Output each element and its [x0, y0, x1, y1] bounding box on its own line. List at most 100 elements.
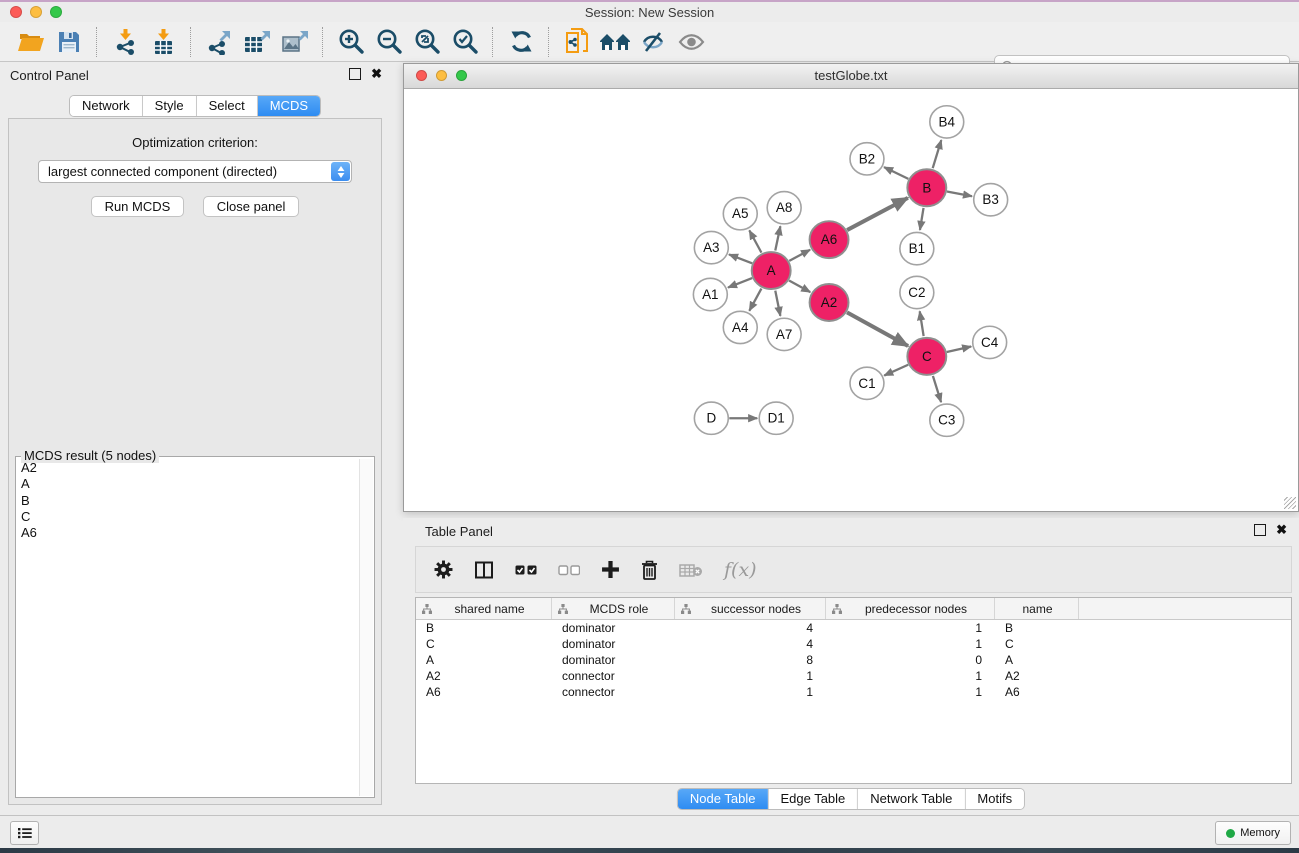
edge-A-A3[interactable] — [729, 254, 752, 263]
close-panel-icon[interactable]: ✖ — [371, 68, 382, 80]
show-columns-icon[interactable] — [474, 560, 494, 580]
save-session-icon[interactable] — [50, 25, 88, 59]
zoom-out-icon[interactable] — [370, 25, 408, 59]
edge-C-C1[interactable] — [884, 365, 908, 376]
table-tab-node-table[interactable]: Node Table — [678, 789, 769, 809]
cell[interactable]: dominator — [552, 652, 675, 668]
memory-button[interactable]: Memory — [1215, 821, 1291, 845]
cell[interactable]: 1 — [675, 684, 826, 700]
node-A6[interactable]: A6 — [810, 221, 849, 258]
edge-A-A7[interactable] — [775, 291, 780, 316]
result-scrollbar[interactable] — [359, 459, 373, 796]
cell[interactable]: connector — [552, 668, 675, 684]
node-D[interactable]: D — [694, 402, 728, 434]
export-network-icon[interactable] — [200, 25, 238, 59]
table-tab-edge-table[interactable]: Edge Table — [768, 789, 858, 809]
network-canvas[interactable]: B4B2BB3A8A5A6A3B1AC2A1A2A4A7C4CC1C3DD1 — [404, 89, 1298, 511]
home-icon[interactable] — [596, 25, 634, 59]
cell[interactable]: B — [995, 620, 1079, 636]
tab-mcds[interactable]: MCDS — [258, 96, 320, 116]
cell[interactable]: 8 — [675, 652, 826, 668]
node-B4[interactable]: B4 — [930, 106, 964, 138]
apply-layout-icon[interactable] — [502, 25, 540, 59]
cell[interactable]: A6 — [995, 684, 1079, 700]
cell[interactable]: 0 — [826, 652, 995, 668]
edge-A-A1[interactable] — [728, 278, 752, 287]
column-header-successor-nodes[interactable]: successor nodes — [675, 598, 826, 619]
cell[interactable]: A2 — [995, 668, 1079, 684]
cell[interactable]: dominator — [552, 636, 675, 652]
column-header-name[interactable]: name — [995, 598, 1079, 619]
close-panel-button[interactable]: Close panel — [203, 196, 300, 217]
node-B[interactable]: B — [907, 169, 946, 206]
node-A7[interactable]: A7 — [767, 318, 801, 350]
open-session-icon[interactable] — [12, 25, 50, 59]
table-row-a2[interactable]: A2connector11A2 — [416, 668, 1291, 684]
result-item-a[interactable]: A — [17, 476, 359, 492]
node-C4[interactable]: C4 — [973, 326, 1007, 358]
edge-A-A4[interactable] — [749, 289, 761, 311]
select-all-icon[interactable] — [515, 564, 537, 576]
edge-C-C3[interactable] — [933, 376, 941, 402]
table-row-a6[interactable]: A6connector11A6 — [416, 684, 1291, 700]
zoom-in-icon[interactable] — [332, 25, 370, 59]
import-table-icon[interactable] — [144, 25, 182, 59]
column-header-mcds-role[interactable]: MCDS role — [552, 598, 675, 619]
edge-B-B4[interactable] — [933, 140, 942, 168]
network-window-titlebar[interactable]: testGlobe.txt — [404, 64, 1298, 89]
float-panel-icon[interactable] — [349, 68, 361, 80]
node-A8[interactable]: A8 — [767, 192, 801, 224]
result-item-a6[interactable]: A6 — [17, 525, 359, 541]
edge-A-A6[interactable] — [789, 250, 810, 261]
cell[interactable]: A — [995, 652, 1079, 668]
node-C2[interactable]: C2 — [900, 276, 934, 308]
node-A1[interactable]: A1 — [693, 278, 727, 310]
edge-A-A2[interactable] — [789, 280, 810, 292]
tab-network[interactable]: Network — [70, 96, 143, 116]
cell[interactable]: A2 — [416, 668, 552, 684]
cell[interactable]: A — [416, 652, 552, 668]
delete-column-trash-icon[interactable] — [641, 560, 658, 580]
table-tab-motifs[interactable]: Motifs — [965, 789, 1024, 809]
edge-A2-C[interactable] — [847, 312, 908, 346]
show-details-eye-icon[interactable] — [672, 25, 710, 59]
node-A5[interactable]: A5 — [723, 198, 757, 230]
edge-A6-B[interactable] — [847, 198, 908, 230]
import-network-icon[interactable] — [106, 25, 144, 59]
edge-C-C4[interactable] — [947, 346, 971, 351]
cell[interactable]: 1 — [826, 620, 995, 636]
node-A4[interactable]: A4 — [723, 311, 757, 343]
cell[interactable]: 1 — [826, 668, 995, 684]
column-header-predecessor-nodes[interactable]: predecessor nodes — [826, 598, 995, 619]
node-C3[interactable]: C3 — [930, 404, 964, 436]
table-tab-network-table[interactable]: Network Table — [858, 789, 965, 809]
node-B3[interactable]: B3 — [974, 184, 1008, 216]
cell[interactable]: 1 — [675, 668, 826, 684]
node-D1[interactable]: D1 — [759, 402, 793, 434]
zoom-fit-icon[interactable] — [408, 25, 446, 59]
table-row-b[interactable]: Bdominator41B — [416, 620, 1291, 636]
node-A2[interactable]: A2 — [810, 284, 849, 321]
cell[interactable]: 1 — [826, 636, 995, 652]
hide-annotations-icon[interactable] — [634, 25, 672, 59]
column-header-shared-name[interactable]: shared name — [416, 598, 552, 619]
result-item-b[interactable]: B — [17, 493, 359, 509]
deselect-all-icon[interactable] — [558, 564, 580, 576]
cell[interactable]: B — [416, 620, 552, 636]
cell[interactable]: C — [416, 636, 552, 652]
resize-grip[interactable] — [1284, 497, 1296, 509]
create-column-plus-icon[interactable] — [601, 560, 620, 579]
result-item-c[interactable]: C — [17, 509, 359, 525]
cell[interactable]: 4 — [675, 620, 826, 636]
node-B1[interactable]: B1 — [900, 232, 934, 264]
run-mcds-button[interactable]: Run MCDS — [91, 196, 185, 217]
cell[interactable]: 1 — [826, 684, 995, 700]
cell[interactable]: A6 — [416, 684, 552, 700]
edge-A-A5[interactable] — [749, 230, 761, 252]
edge-C-C2[interactable] — [920, 311, 924, 336]
table-row-a[interactable]: Adominator80A — [416, 652, 1291, 668]
edge-B-B3[interactable] — [947, 192, 972, 197]
node-C1[interactable]: C1 — [850, 367, 884, 399]
edge-B-B1[interactable] — [920, 208, 924, 230]
node-A3[interactable]: A3 — [694, 231, 728, 263]
